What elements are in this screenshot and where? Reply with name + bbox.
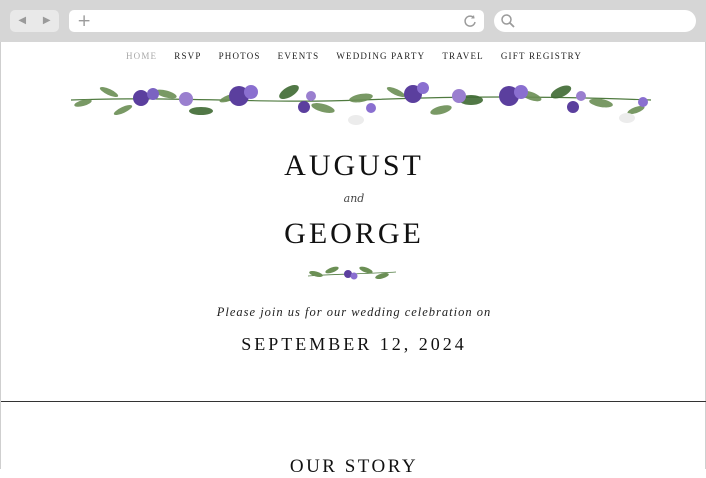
address-bar[interactable]: + [69, 10, 484, 32]
couple-name-second: GEORGE [284, 217, 424, 250]
nav-events[interactable]: EVENTS [278, 51, 320, 61]
nav-photos[interactable]: PHOTOS [219, 51, 261, 61]
nav-gift-registry[interactable]: GIFT REGISTRY [501, 51, 582, 61]
forward-arrow-icon[interactable]: ▶ [43, 16, 51, 26]
plus-icon[interactable]: + [77, 11, 91, 31]
couple-name-first: AUGUST [284, 149, 424, 182]
search-icon [501, 14, 515, 28]
nav-travel[interactable]: TRAVEL [442, 51, 484, 61]
site-nav: HOME RSVP PHOTOS EVENTS WEDDING PARTY TR… [1, 51, 706, 61]
story-heading: OUR STORY [289, 456, 419, 477]
back-arrow-icon[interactable]: ◀ [18, 16, 26, 26]
webpage: HOME RSVP PHOTOS EVENTS WEDDING PARTY TR… [0, 42, 706, 477]
nav-rsvp[interactable]: RSVP [174, 51, 201, 61]
names-conjunction: and [343, 192, 365, 205]
floral-garland [70, 82, 652, 125]
wedding-date: SEPTEMBER 12, 2024 [241, 334, 467, 354]
section-divider [1, 401, 706, 402]
reload-icon[interactable] [462, 13, 478, 29]
floral-sprig [307, 266, 397, 280]
history-buttons: ◀ ▶ [10, 10, 59, 32]
nav-home[interactable]: HOME [126, 51, 157, 61]
search-field[interactable] [494, 10, 696, 32]
nav-wedding-party[interactable]: WEDDING PARTY [336, 51, 425, 61]
browser-chrome: ◀ ▶ + [0, 0, 706, 42]
invitation-text: Please join us for our wedding celebrati… [216, 305, 492, 319]
